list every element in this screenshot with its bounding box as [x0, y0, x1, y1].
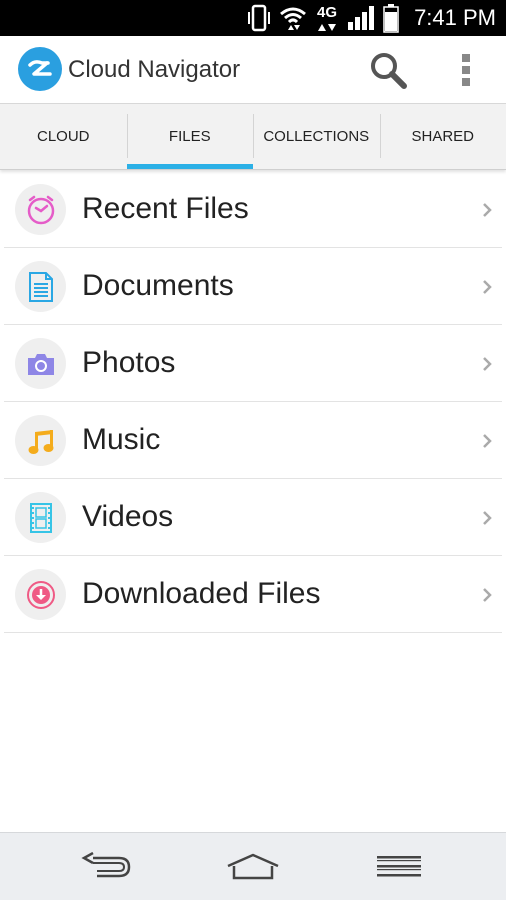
- tab-collections[interactable]: COLLECTIONS: [253, 104, 380, 169]
- music-note-icon: [15, 415, 66, 466]
- list-item-label: Recent Files: [82, 192, 249, 225]
- network-label: 4G: [316, 3, 337, 21]
- network-4g-icon: 4G: [310, 0, 344, 36]
- wifi-icon: [278, 0, 308, 36]
- list-item-label: Photos: [82, 346, 176, 379]
- files-category-list: Recent Files Documents Photos Music Vide…: [4, 171, 502, 633]
- chevron-right-icon: [482, 171, 492, 248]
- tab-label: COLLECTIONS: [263, 128, 370, 145]
- app-title: Cloud Navigator: [68, 56, 241, 83]
- vibrate-icon: [246, 0, 272, 36]
- download-icon: [15, 569, 66, 620]
- app-bar: Cloud Navigator: [0, 36, 506, 104]
- list-item-music[interactable]: Music: [4, 402, 502, 479]
- list-item-label: Music: [82, 423, 161, 456]
- tab-shared[interactable]: SHARED: [379, 104, 506, 169]
- camera-icon: [15, 338, 66, 389]
- list-item-documents[interactable]: Documents: [4, 248, 502, 325]
- status-time: 7:41 PM: [414, 5, 496, 30]
- tab-cloud[interactable]: CLOUD: [0, 104, 127, 169]
- back-icon: [81, 852, 131, 878]
- cloud-navigator-logo-icon: [18, 47, 62, 91]
- list-item-label: Videos: [82, 500, 174, 533]
- document-icon: [15, 261, 66, 312]
- tab-label: SHARED: [411, 128, 474, 145]
- chevron-right-icon: [482, 402, 492, 479]
- home-icon: [227, 853, 279, 880]
- search-button[interactable]: [366, 48, 410, 92]
- system-nav-bar: [0, 832, 506, 900]
- chevron-right-icon: [482, 325, 492, 402]
- clock-icon: [15, 184, 66, 235]
- back-button[interactable]: [74, 843, 138, 891]
- overflow-menu-icon: [462, 54, 470, 86]
- home-button[interactable]: [221, 843, 285, 891]
- list-item-videos[interactable]: Videos: [4, 479, 502, 556]
- menu-button[interactable]: [367, 843, 431, 891]
- status-bar: 4G 7:41 PM: [0, 0, 506, 36]
- tab-files[interactable]: FILES: [126, 104, 254, 169]
- overflow-menu-button[interactable]: [446, 48, 486, 92]
- search-icon: [371, 53, 407, 89]
- film-icon: [15, 492, 66, 543]
- chevron-right-icon: [482, 556, 492, 633]
- chevron-right-icon: [482, 479, 492, 556]
- menu-icon: [377, 856, 421, 877]
- list-item-label: Documents: [82, 269, 234, 302]
- tab-label: FILES: [168, 128, 211, 145]
- list-item-photos[interactable]: Photos: [4, 325, 502, 402]
- signal-icon: [346, 0, 376, 36]
- list-item-downloaded-files[interactable]: Downloaded Files: [4, 556, 502, 633]
- tab-bar: CLOUD FILES COLLECTIONS SHARED: [0, 104, 506, 170]
- battery-icon: [380, 0, 402, 36]
- chevron-right-icon: [482, 248, 492, 325]
- list-item-label: Downloaded Files: [82, 577, 321, 610]
- list-item-recent-files[interactable]: Recent Files: [4, 171, 502, 248]
- tab-label: CLOUD: [36, 128, 90, 145]
